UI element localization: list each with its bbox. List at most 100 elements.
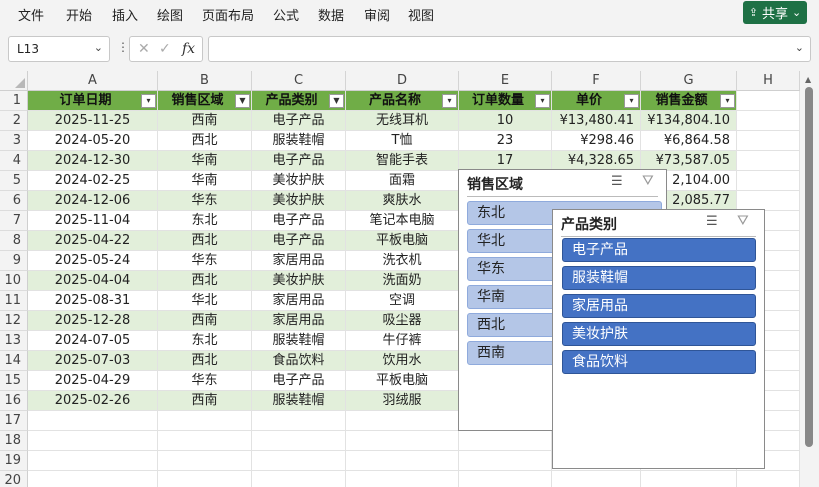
table-cell[interactable]: 平板电脑 — [346, 371, 459, 391]
menu-draw[interactable]: 绘图 — [157, 5, 183, 24]
menu-insert[interactable]: 插入 — [112, 5, 138, 24]
menu-page-layout[interactable]: 页面布局 — [202, 5, 254, 24]
select-all-corner[interactable] — [0, 71, 28, 91]
cell[interactable] — [737, 151, 800, 171]
table-cell[interactable]: 2025-04-22 — [28, 231, 158, 251]
menu-data[interactable]: 数据 — [318, 5, 344, 24]
cell[interactable] — [252, 411, 346, 431]
row-header[interactable]: 3 — [0, 131, 28, 151]
cell[interactable] — [252, 471, 346, 487]
table-cell[interactable]: 2024-12-06 — [28, 191, 158, 211]
column-header[interactable]: E — [459, 71, 552, 91]
table-cell[interactable]: 2025-08-31 — [28, 291, 158, 311]
table-cell[interactable]: 电子产品 — [252, 151, 346, 171]
chevron-down-icon[interactable]: ⌄ — [94, 41, 103, 54]
table-cell[interactable]: 2024-05-20 — [28, 131, 158, 151]
table-cell[interactable]: ¥4,328.65 — [552, 151, 641, 171]
row-header[interactable]: 1 — [0, 91, 28, 111]
cell[interactable] — [737, 471, 800, 487]
table-cell[interactable]: 2025-05-24 — [28, 251, 158, 271]
scrollbar-thumb[interactable] — [805, 87, 813, 447]
table-cell[interactable]: 西南 — [158, 111, 252, 131]
table-cell[interactable]: 牛仔裤 — [346, 331, 459, 351]
row-header[interactable]: 14 — [0, 351, 28, 371]
cell[interactable] — [459, 431, 552, 451]
filter-dropdown-icon[interactable]: ▾ — [720, 94, 735, 108]
cell[interactable] — [737, 191, 800, 211]
row-header[interactable]: 7 — [0, 211, 28, 231]
clear-filter-icon[interactable]: ⛛ — [642, 173, 654, 189]
table-cell[interactable]: ¥298.46 — [552, 131, 641, 151]
cell[interactable] — [28, 451, 158, 471]
menu-review[interactable]: 审阅 — [364, 5, 390, 24]
table-cell[interactable]: 电子产品 — [252, 231, 346, 251]
cancel-icon[interactable]: ✕ — [138, 41, 150, 57]
table-cell[interactable]: 2025-11-04 — [28, 211, 158, 231]
filter-dropdown-icon[interactable]: ▼ — [235, 94, 250, 108]
cell[interactable] — [158, 451, 252, 471]
row-header[interactable]: 12 — [0, 311, 28, 331]
cell[interactable] — [28, 431, 158, 451]
table-cell[interactable]: 羽绒服 — [346, 391, 459, 411]
menu-view[interactable]: 视图 — [408, 5, 434, 24]
column-header[interactable]: H — [737, 71, 800, 91]
table-cell[interactable]: 洗衣机 — [346, 251, 459, 271]
table-cell[interactable]: 东北 — [158, 331, 252, 351]
table-cell[interactable]: 电子产品 — [252, 371, 346, 391]
table-cell[interactable]: 美妆护肤 — [252, 271, 346, 291]
row-header[interactable]: 5 — [0, 171, 28, 191]
table-cell[interactable]: 面霜 — [346, 171, 459, 191]
slicer-category-item[interactable]: 食品饮料 — [562, 350, 756, 374]
column-header[interactable]: B — [158, 71, 252, 91]
table-cell[interactable]: 电子产品 — [252, 111, 346, 131]
table-cell[interactable]: 食品饮料 — [252, 351, 346, 371]
cell[interactable] — [459, 471, 552, 487]
cell[interactable] — [252, 451, 346, 471]
confirm-icon[interactable]: ✓ — [159, 41, 171, 57]
filter-dropdown-icon[interactable]: ▼ — [329, 94, 344, 108]
table-cell[interactable]: 2024-02-25 — [28, 171, 158, 191]
table-cell[interactable]: 华南 — [158, 151, 252, 171]
table-cell[interactable]: ¥134,804.10 — [641, 111, 737, 131]
table-cell[interactable]: 吸尘器 — [346, 311, 459, 331]
table-cell[interactable]: T恤 — [346, 131, 459, 151]
table-cell[interactable]: 家居用品 — [252, 251, 346, 271]
column-header[interactable]: C — [252, 71, 346, 91]
name-box[interactable]: L13 ⌄ — [8, 36, 110, 62]
cell[interactable] — [346, 431, 459, 451]
cell[interactable] — [252, 431, 346, 451]
table-cell[interactable]: ¥6,864.58 — [641, 131, 737, 151]
table-cell[interactable]: 西北 — [158, 271, 252, 291]
cell[interactable] — [28, 411, 158, 431]
table-cell[interactable]: 东北 — [158, 211, 252, 231]
row-header[interactable]: 2 — [0, 111, 28, 131]
table-cell[interactable]: 2024-07-05 — [28, 331, 158, 351]
table-cell[interactable]: 爽肤水 — [346, 191, 459, 211]
table-cell[interactable]: 家居用品 — [252, 311, 346, 331]
table-cell[interactable]: ¥13,480.41 — [552, 111, 641, 131]
table-cell[interactable]: 华东 — [158, 251, 252, 271]
table-cell[interactable]: 2025-07-03 — [28, 351, 158, 371]
row-header[interactable]: 10 — [0, 271, 28, 291]
filter-dropdown-icon[interactable]: ▾ — [442, 94, 457, 108]
cell[interactable] — [737, 171, 800, 191]
row-header[interactable]: 15 — [0, 371, 28, 391]
table-cell[interactable]: 10 — [459, 111, 552, 131]
formula-input[interactable]: ⌄ — [208, 36, 811, 62]
expand-formula-icon[interactable]: ⌄ — [795, 41, 804, 54]
cell[interactable] — [459, 451, 552, 471]
cell[interactable] — [158, 471, 252, 487]
more-options-icon[interactable]: ⋮ — [117, 40, 129, 54]
slicer-category-item[interactable]: 美妆护肤 — [562, 322, 756, 346]
multi-select-icon[interactable]: ☰ — [706, 214, 718, 229]
menu-file[interactable]: 文件 — [18, 5, 44, 24]
row-header[interactable]: 13 — [0, 331, 28, 351]
row-header[interactable]: 8 — [0, 231, 28, 251]
table-cell[interactable]: 智能手表 — [346, 151, 459, 171]
table-cell[interactable]: 电子产品 — [252, 211, 346, 231]
cell[interactable] — [641, 471, 737, 487]
column-header[interactable]: A — [28, 71, 158, 91]
cell[interactable] — [552, 471, 641, 487]
table-cell[interactable]: 服装鞋帽 — [252, 331, 346, 351]
table-cell[interactable]: 西北 — [158, 231, 252, 251]
